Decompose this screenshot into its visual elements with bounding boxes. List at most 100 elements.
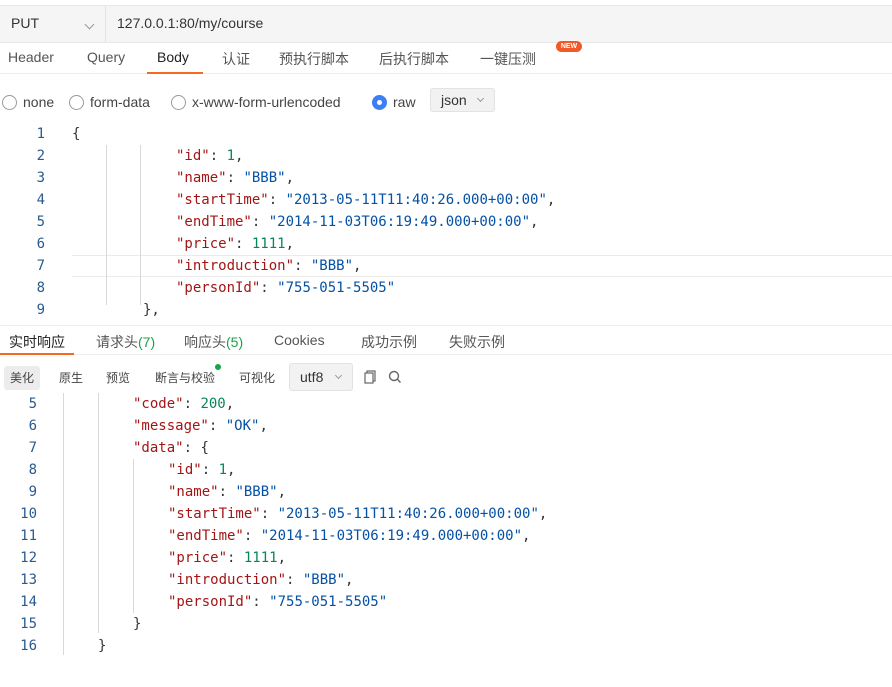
json-value: "OK" — [225, 418, 260, 434]
line-number: 6 — [36, 236, 45, 252]
line-number: 3 — [36, 170, 45, 186]
line-number: 4 — [36, 192, 45, 208]
tab-request-headers[interactable]: 请求头(7) — [96, 332, 155, 352]
tab-query[interactable]: Query — [87, 49, 125, 65]
json-key: "personId" — [176, 280, 261, 296]
code-line: 16 } — [0, 635, 892, 657]
code-line: 6 "message": "OK", — [0, 415, 892, 437]
radio-label: x-www-form-urlencoded — [192, 94, 341, 110]
count-badge: (5) — [226, 334, 244, 350]
preview-button[interactable]: 预览 — [100, 366, 136, 390]
json-key: "personId" — [168, 594, 253, 610]
code-line: 2 "id": 1, — [0, 145, 892, 167]
code-line: 6 "price": 1111, — [0, 233, 892, 255]
json-value: "2014-11-03T06:19:49.000+00:00" — [268, 214, 531, 230]
code-line: 10 "startTime": "2013-05-11T11:40:26.000… — [0, 503, 892, 525]
tab-stress-test[interactable]: 一键压测 — [480, 49, 536, 69]
json-key: "code" — [133, 396, 184, 412]
tab-body[interactable]: Body — [157, 49, 189, 65]
json-key: "price" — [176, 236, 236, 252]
status-dot — [215, 364, 221, 370]
line-number: 7 — [36, 258, 45, 274]
json-value: "BBB" — [243, 170, 286, 186]
line-number: 15 — [20, 616, 37, 632]
json-key: "name" — [176, 170, 227, 186]
tab-response-headers[interactable]: 响应头(5) — [184, 332, 243, 352]
chevron-down-icon — [476, 94, 485, 103]
radio-form-data[interactable]: form-data — [69, 93, 150, 111]
radio-label: form-data — [90, 94, 150, 110]
radio-raw[interactable]: raw — [372, 93, 416, 111]
line-number: 2 — [36, 148, 45, 164]
tab-cookies[interactable]: Cookies — [274, 332, 325, 348]
code-line: 13 "introduction": "BBB", — [0, 569, 892, 591]
method-label: PUT — [11, 15, 39, 31]
line-number: 1 — [36, 126, 45, 142]
json-key: "message" — [133, 418, 209, 434]
tab-failure-example[interactable]: 失败示例 — [449, 332, 505, 352]
brace-open: { — [200, 440, 209, 456]
encoding-label: utf8 — [300, 369, 324, 385]
active-tab-indicator — [0, 353, 74, 355]
radio-circle-icon — [69, 94, 84, 110]
assert-button[interactable]: 断言与校验 — [149, 366, 221, 390]
method-select[interactable]: PUT — [0, 6, 106, 42]
encoding-select[interactable]: utf8 — [289, 363, 353, 391]
json-value: 1 — [218, 462, 228, 478]
copy-icon[interactable] — [362, 369, 378, 385]
line-number: 8 — [28, 462, 37, 478]
brace-open: { — [72, 126, 81, 142]
request-tabs: Header Query Body 认证 预执行脚本 后执行脚本 一键压测 — [0, 43, 892, 74]
brace-close: } — [133, 616, 142, 632]
url-input[interactable] — [117, 15, 817, 31]
visualize-button[interactable]: 可视化 — [233, 366, 281, 390]
beautify-button[interactable]: 美化 — [4, 366, 41, 390]
line-number: 12 — [20, 550, 37, 566]
tab-header[interactable]: Header — [8, 49, 54, 65]
code-line: 11 "endTime": "2014-11-03T06:19:49.000+0… — [0, 525, 892, 547]
tab-success-example[interactable]: 成功示例 — [361, 332, 417, 352]
line-number: 8 — [36, 280, 45, 296]
raw-format-select[interactable]: json — [430, 88, 495, 112]
json-key: "introduction" — [168, 572, 287, 588]
radio-x-www-form-urlencoded[interactable]: x-www-form-urlencoded — [171, 93, 341, 111]
code-line: 4 "startTime": "2013-05-11T11:40:26.000+… — [0, 189, 892, 211]
raw-button[interactable]: 原生 — [53, 366, 89, 390]
line-number: 5 — [36, 214, 45, 230]
tab-pre-script[interactable]: 预执行脚本 — [279, 49, 349, 69]
json-key: "id" — [176, 148, 210, 164]
tab-realtime-response[interactable]: 实时响应 — [9, 332, 65, 352]
brace-close: } — [98, 638, 107, 654]
json-value: "755-051-5505" — [269, 594, 388, 610]
radio-checked-icon — [372, 94, 387, 110]
code-line: 15 } — [0, 613, 892, 635]
url-bar: PUT — [0, 5, 892, 43]
code-line: 7 "introduction": "BBB", — [0, 255, 892, 277]
json-key: "data" — [133, 440, 184, 456]
line-number: 16 — [20, 638, 37, 654]
response-tabs: 实时响应 请求头(7) 响应头(5) Cookies 成功示例 失败示例 — [0, 325, 892, 355]
chevron-down-icon — [84, 19, 95, 30]
raw-format-label: json — [441, 92, 467, 108]
code-line: 9 }, — [0, 299, 892, 321]
json-key: "price" — [168, 550, 228, 566]
radio-none[interactable]: none — [2, 93, 54, 111]
json-value: "2013-05-11T11:40:26.000+00:00" — [277, 506, 539, 522]
line-number: 11 — [20, 528, 37, 544]
code-line: 9 "name": "BBB", — [0, 481, 892, 503]
tab-label: 请求头 — [96, 334, 138, 350]
code-line: 8 "id": 1, — [0, 459, 892, 481]
json-value: 1 — [226, 148, 236, 164]
tab-auth[interactable]: 认证 — [222, 49, 250, 69]
line-number: 14 — [20, 594, 37, 610]
code-line: 3 "name": "BBB", — [0, 167, 892, 189]
search-icon[interactable] — [387, 369, 403, 385]
tab-post-script[interactable]: 后执行脚本 — [379, 49, 449, 69]
json-key: "name" — [168, 484, 219, 500]
code-line: 12 "price": 1111, — [0, 547, 892, 569]
json-value: "2014-11-03T06:19:49.000+00:00" — [260, 528, 523, 544]
json-key: "introduction" — [176, 258, 295, 274]
json-value: "BBB" — [302, 572, 346, 588]
radio-label: raw — [393, 94, 416, 110]
code-line: 1 { — [0, 123, 892, 145]
